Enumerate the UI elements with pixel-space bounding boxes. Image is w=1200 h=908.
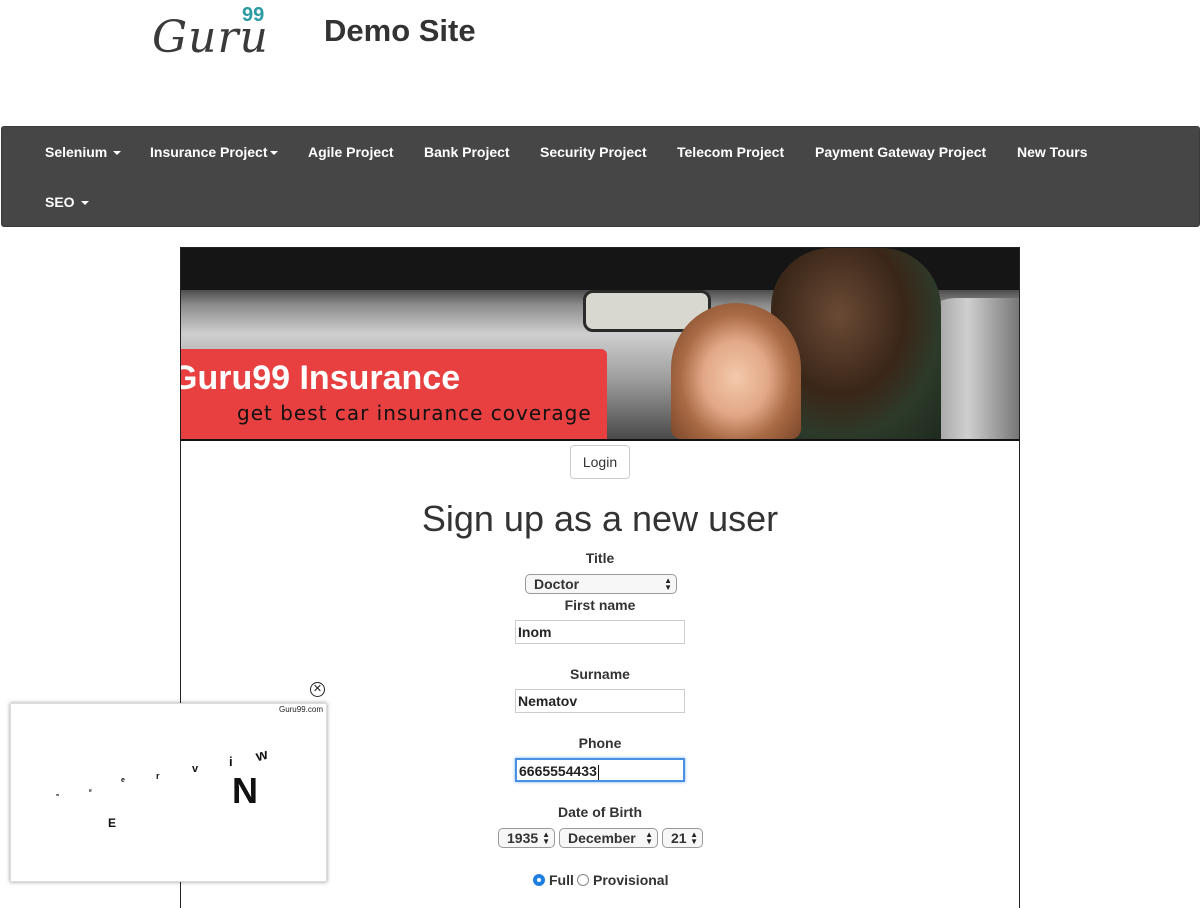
ad-letter: N xyxy=(232,770,258,811)
ad-close-icon[interactable]: ✕ xyxy=(310,682,325,697)
select-arrows-icon: ▲ ▼ xyxy=(664,576,672,592)
license-full-label: Full xyxy=(549,872,574,888)
ad-source-label: Guru99.com xyxy=(278,705,323,714)
nav-item-insurance-project[interactable]: Insurance Project xyxy=(150,144,278,160)
woman-image xyxy=(671,303,801,439)
caret-down-icon xyxy=(269,151,278,156)
ad-letter: i xyxy=(229,754,233,769)
dob-day-select[interactable]: 21 ▲ ▼ xyxy=(662,828,703,848)
main-navbar: Selenium Insurance Project Agile Project… xyxy=(1,126,1200,227)
ad-letter: e xyxy=(89,788,92,794)
banner-subtitle: get best car insurance coverage xyxy=(237,401,592,425)
nav-item-seo[interactable]: SEO xyxy=(45,194,89,210)
banner-title: Guru99 Insurance xyxy=(181,359,461,397)
caret-down-icon xyxy=(80,201,89,206)
nav-item-selenium[interactable]: Selenium xyxy=(45,144,122,160)
dob-month-value: December xyxy=(568,830,636,846)
ad-letter: w xyxy=(253,745,270,766)
dob-year-select[interactable]: 1935 ▲ ▼ xyxy=(498,828,555,848)
ad-letter: v xyxy=(192,763,199,775)
firstname-label: First name xyxy=(564,597,636,613)
login-button[interactable]: Login xyxy=(570,445,630,479)
logo-superscript: 99 xyxy=(242,4,265,26)
nav-item-telecom-project[interactable]: Telecom Project xyxy=(677,144,784,160)
surname-input[interactable]: Nematov xyxy=(515,689,685,713)
guru99-logo[interactable]: Guru 99 xyxy=(152,4,282,64)
license-full-radio[interactable] xyxy=(533,874,545,886)
ad-letter: w xyxy=(56,792,60,797)
select-arrows-icon: ▲ ▼ xyxy=(542,830,550,846)
text-cursor xyxy=(597,764,599,780)
ad-letter: E xyxy=(108,816,117,830)
page-heading: Sign up as a new user xyxy=(421,498,779,539)
nav-label: Selenium xyxy=(45,144,108,160)
license-provisional-label: Provisional xyxy=(593,872,669,888)
nav-label: Insurance Project xyxy=(150,144,268,160)
insurance-banner: Guru99 Insurance get best car insurance … xyxy=(181,248,1019,441)
dob-year-value: 1935 xyxy=(507,830,539,846)
license-provisional-radio[interactable] xyxy=(577,874,589,886)
title-select[interactable]: Doctor ▲ ▼ xyxy=(525,574,677,594)
dob-day-value: 21 xyxy=(671,830,687,846)
dob-month-select[interactable]: December ▲ ▼ xyxy=(559,828,658,848)
nav-item-payment-gateway-project[interactable]: Payment Gateway Project xyxy=(815,144,986,160)
caret-down-icon xyxy=(113,151,122,156)
banner-red-panel: Guru99 Insurance get best car insurance … xyxy=(181,349,607,439)
select-arrows-icon: ▲ ▼ xyxy=(645,830,653,846)
nav-item-new-tours[interactable]: New Tours xyxy=(1017,144,1088,160)
phone-input[interactable]: 6665554433 xyxy=(515,758,685,782)
ad-letter: e xyxy=(121,777,125,784)
video-ad-popup[interactable]: Guru99.com N e w v i e w E r xyxy=(10,703,327,882)
firstname-input[interactable]: Inom xyxy=(515,620,685,644)
select-arrows-icon: ▲ ▼ xyxy=(690,830,698,846)
nav-item-security-project[interactable]: Security Project xyxy=(540,144,647,160)
phone-input-value: 6665554433 xyxy=(519,763,597,779)
title-label: Title xyxy=(585,550,615,566)
site-title: Demo Site xyxy=(324,13,476,48)
nav-item-agile-project[interactable]: Agile Project xyxy=(308,144,394,160)
nav-label: SEO xyxy=(45,194,75,210)
title-select-value: Doctor xyxy=(534,576,580,592)
nav-item-bank-project[interactable]: Bank Project xyxy=(424,144,510,160)
surname-label: Surname xyxy=(570,666,630,682)
ad-letter: r xyxy=(156,771,160,781)
